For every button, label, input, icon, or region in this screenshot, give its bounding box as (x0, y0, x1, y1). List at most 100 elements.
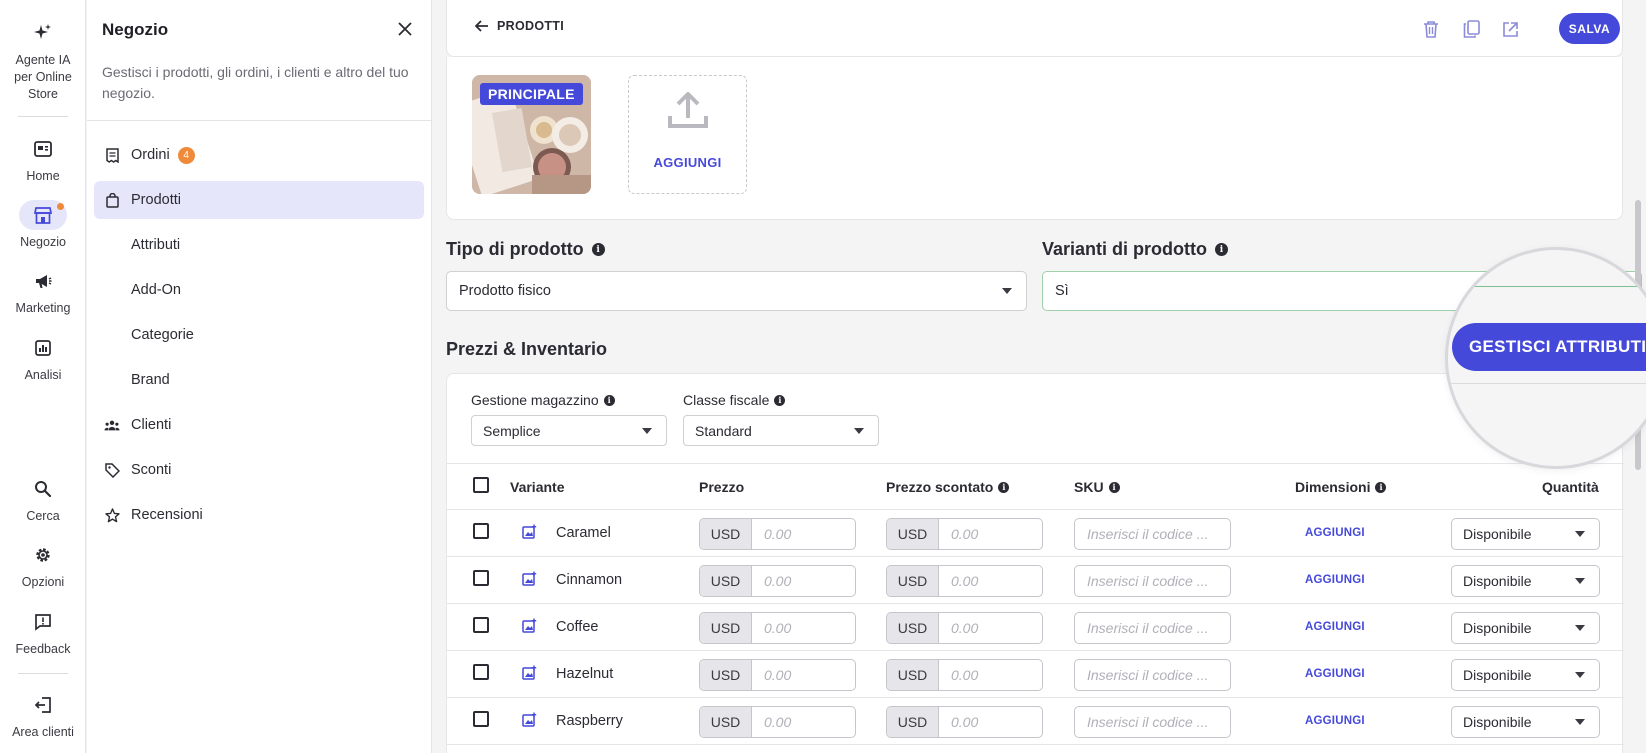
close-icon[interactable] (397, 20, 413, 40)
rail-label: Cerca (26, 509, 60, 523)
column-header-sale-price[interactable]: Prezzo scontato i (886, 479, 1010, 495)
rail-item-client-area[interactable]: Area clienti (0, 690, 86, 741)
image-add-icon[interactable] (522, 524, 537, 544)
add-dimensions-button[interactable]: AGGIUNGI (1305, 715, 1365, 727)
row-checkbox[interactable] (473, 617, 489, 633)
media-card: PRINCIPALE AGGIUNGI (446, 57, 1623, 220)
caret-down-icon (1575, 672, 1585, 678)
price-input[interactable]: USD 0.00 (699, 706, 856, 738)
external-link-icon[interactable] (1499, 18, 1521, 40)
info-icon[interactable]: i (591, 243, 605, 256)
variant-name: Cinnamon (556, 572, 623, 588)
price-input[interactable]: USD 0.00 (699, 518, 856, 550)
sku-input[interactable]: Inserisci il codice ... (1074, 518, 1231, 550)
product-type-select[interactable]: Prodotto fisico (446, 271, 1027, 311)
currency-label: USD (887, 613, 939, 643)
row-checkbox[interactable] (473, 664, 489, 680)
sku-input[interactable]: Inserisci il codice ... (1074, 706, 1231, 738)
manage-attributes-button[interactable]: GESTISCI ATTRIBUTI (1452, 323, 1646, 371)
add-dimensions-button[interactable]: AGGIUNGI (1305, 621, 1365, 633)
column-header-dimensions[interactable]: Dimensioni i (1295, 479, 1387, 495)
nav-item-attributes[interactable]: Attributi (94, 226, 424, 264)
sku-input[interactable]: Inserisci il codice ... (1074, 612, 1231, 644)
info-icon[interactable]: i (1215, 243, 1228, 256)
product-main-image[interactable]: PRINCIPALE (472, 75, 591, 194)
variant-name: Coffee (556, 619, 599, 635)
inventory-card: Gestione magazzino i Semplice Classe fis… (446, 373, 1624, 753)
caret-down-icon (1575, 531, 1585, 537)
image-add-icon[interactable] (522, 665, 537, 685)
variant-name: Hazelnut (556, 666, 614, 682)
add-image-button[interactable]: AGGIUNGI (628, 75, 747, 194)
add-dimensions-button[interactable]: AGGIUNGI (1305, 574, 1365, 586)
rail-item-home[interactable]: Home (0, 134, 86, 185)
save-button[interactable]: SALVA (1559, 13, 1620, 44)
variants-text: Varianti di prodotto (1042, 239, 1207, 259)
nav-item-discounts[interactable]: Sconti (94, 451, 424, 489)
currency-label: USD (887, 707, 939, 737)
nav-item-reviews[interactable]: Recensioni (94, 496, 424, 534)
variants-field-edge (1448, 286, 1646, 287)
info-icon[interactable]: i (1375, 481, 1387, 493)
info-icon[interactable]: i (774, 394, 786, 406)
trash-icon[interactable] (1420, 18, 1442, 40)
quantity-select[interactable]: Disponibile (1451, 565, 1600, 597)
column-header-variant[interactable]: Variante (510, 479, 564, 495)
row-checkbox[interactable] (473, 570, 489, 586)
rail-item-settings[interactable]: Opzioni (0, 540, 86, 591)
nav-item-orders[interactable]: Ordini 4 (94, 136, 424, 174)
rail-item-feedback[interactable]: Feedback (0, 607, 86, 658)
quantity-select[interactable]: Disponibile (1451, 612, 1600, 644)
sale-price-input[interactable]: USD 0.00 (886, 518, 1043, 550)
column-header-quantity[interactable]: Quantità (1542, 479, 1599, 495)
add-dimensions-button[interactable]: AGGIUNGI (1305, 668, 1365, 680)
rail-item-analytics[interactable]: Analisi (0, 333, 86, 384)
table-row: Cinnamon USD 0.00 USD 0.00 Inserisci il codic… (447, 557, 1624, 604)
price-input[interactable]: USD 0.00 (699, 659, 856, 691)
image-add-icon[interactable] (522, 571, 537, 591)
column-header-price[interactable]: Prezzo (699, 479, 744, 495)
row-checkbox[interactable] (473, 523, 489, 539)
quantity-select[interactable]: Disponibile (1451, 659, 1600, 691)
rail-item-store[interactable]: Negozio (0, 200, 86, 251)
rail-item-search[interactable]: Cerca (0, 474, 86, 525)
nav-item-customers[interactable]: Clienti (94, 406, 424, 444)
sale-price-input[interactable]: USD 0.00 (886, 706, 1043, 738)
nav-item-brand[interactable]: Brand (94, 361, 424, 399)
feedback-icon (19, 607, 67, 637)
rail-item-ai-agent[interactable]: Agente IA per Online Store (0, 18, 86, 103)
stock-label-text: Gestione magazzino (471, 392, 599, 408)
tax-class-select[interactable]: Standard (683, 415, 879, 446)
select-all-checkbox[interactable] (473, 477, 489, 493)
stock-management-select[interactable]: Semplice (471, 415, 667, 446)
sale-price-input[interactable]: USD 0.00 (886, 612, 1043, 644)
panel-description: Gestisci i prodotti, gli ordini, i clien… (102, 64, 409, 101)
price-input[interactable]: USD 0.00 (699, 565, 856, 597)
left-rail: Agente IA per Online Store Home Negozio … (0, 0, 86, 753)
column-header-sku[interactable]: SKU i (1074, 479, 1120, 495)
quantity-select[interactable]: Disponibile (1451, 706, 1600, 738)
add-dimensions-button[interactable]: AGGIUNGI (1305, 527, 1365, 539)
sale-price-input[interactable]: USD 0.00 (886, 565, 1043, 597)
sku-input[interactable]: Inserisci il codice ... (1074, 565, 1231, 597)
quantity-value: Disponibile (1463, 526, 1532, 542)
info-icon[interactable]: i (998, 481, 1010, 493)
quantity-select[interactable]: Disponibile (1451, 518, 1600, 550)
image-add-icon[interactable] (522, 618, 537, 638)
sku-input[interactable]: Inserisci il codice ... (1074, 659, 1231, 691)
product-type-text: Tipo di prodotto (446, 239, 584, 259)
price-input[interactable]: USD 0.00 (699, 612, 856, 644)
duplicate-icon[interactable] (1460, 18, 1482, 40)
nav-item-addons[interactable]: Add-On (94, 271, 424, 309)
rail-item-marketing[interactable]: Marketing (0, 266, 86, 317)
nav-item-products[interactable]: Prodotti (94, 181, 424, 219)
image-add-icon[interactable] (522, 712, 537, 732)
info-icon[interactable]: i (603, 394, 615, 406)
row-checkbox[interactable] (473, 711, 489, 727)
table-row: Raspberry USD 0.00 USD 0.00 Inserisci il codi… (447, 698, 1624, 745)
search-icon (19, 474, 67, 504)
nav-item-categories[interactable]: Categorie (94, 316, 424, 354)
sale-price-input[interactable]: USD 0.00 (886, 659, 1043, 691)
info-icon[interactable]: i (1108, 481, 1120, 493)
back-to-products-link[interactable]: PRODOTTI (474, 19, 564, 33)
